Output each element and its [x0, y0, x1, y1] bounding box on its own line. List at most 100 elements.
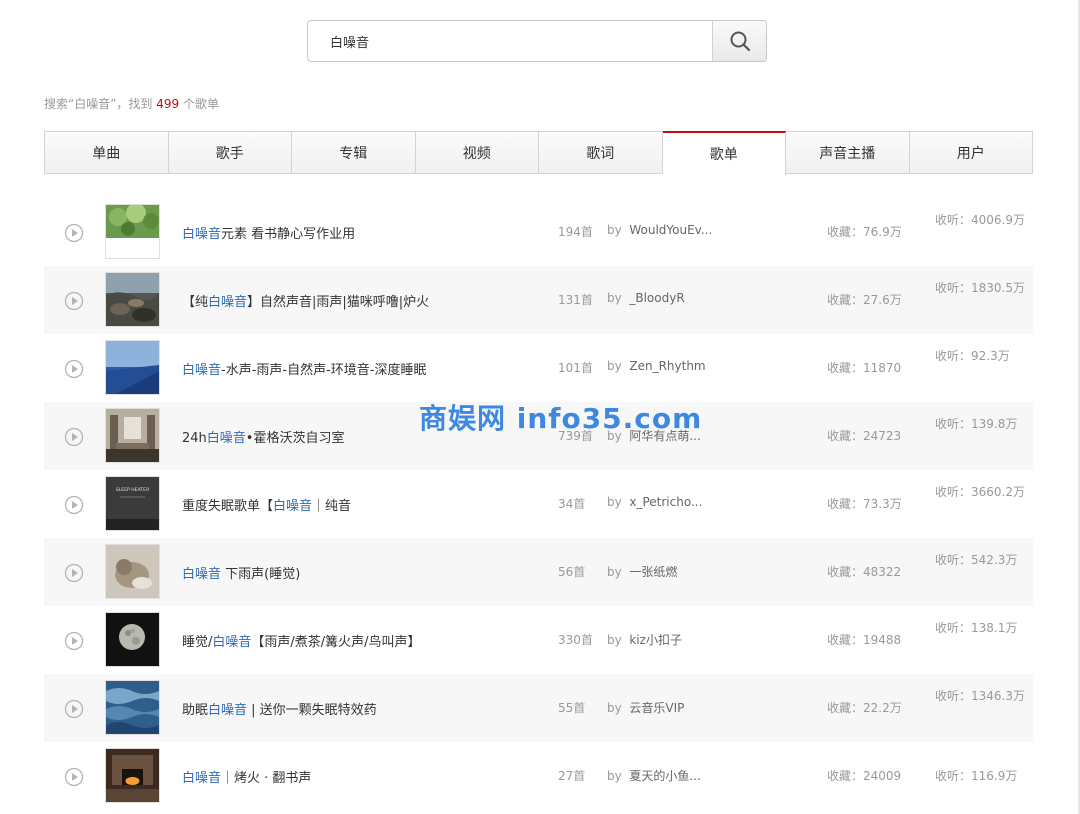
playlist-name-text: 助眠 [182, 703, 209, 718]
favorite-count: 收藏：48322 [827, 565, 902, 579]
playlist-cover[interactable] [105, 340, 160, 395]
by-label: by [607, 495, 622, 509]
tab-users[interactable]: 用户 [910, 132, 1033, 173]
playlist-name-text: 【纯 [182, 295, 209, 310]
creator-link[interactable]: 云音乐VIP [629, 701, 684, 715]
playlist-row[interactable]: 白噪音｜烤火 · 翻书声 27首 by 夏天的小鱼... 收藏：24009 收听：116… [44, 742, 1033, 810]
creator-info: by 一张纸燃 [607, 563, 677, 580]
playlist-name-text: •霍格沃茨自习室 [245, 431, 345, 446]
summary-suffix: 个歌单 [179, 97, 219, 111]
play-icon[interactable] [64, 359, 84, 382]
playlist-name[interactable]: 24h白噪音•霍格沃茨自习室 [182, 427, 344, 446]
creator-info: by kiz小扣子 [607, 631, 682, 648]
track-count: 55首 [558, 701, 586, 715]
favorite-count: 收藏：76.9万 [827, 225, 902, 239]
tab-podcasters[interactable]: 声音主播 [786, 132, 910, 173]
creator-link[interactable]: WouldYouEv... [629, 223, 712, 237]
listen-count: 收听：1830.5万 [935, 281, 1025, 295]
play-icon[interactable] [64, 495, 84, 518]
creator-link[interactable]: kiz小扣子 [629, 633, 682, 647]
play-icon[interactable] [64, 699, 84, 722]
playlist-row[interactable]: 睡觉/白噪音【雨声/煮茶/篝火声/鸟叫声】 330首 by kiz小扣子 收藏：194… [44, 606, 1033, 674]
playlist-cover[interactable] [105, 272, 160, 327]
favorite-count: 收藏：24723 [827, 429, 902, 443]
creator-info: by _BloodyR [607, 291, 685, 305]
by-label: by [607, 565, 622, 579]
tab-videos[interactable]: 视频 [416, 132, 539, 173]
playlist-name[interactable]: 睡觉/白噪音【雨声/煮茶/篝火声/鸟叫声】 [182, 631, 421, 650]
tab-lyrics[interactable]: 歌词 [539, 132, 663, 173]
by-label: by [607, 633, 622, 647]
tab-songs[interactable]: 单曲 [45, 132, 169, 173]
playlist-name[interactable]: 助眠白噪音 | 送你一颗失眠特效药 [182, 699, 377, 718]
playlist-name-text: 24h [182, 431, 207, 446]
playlist-results: 白噪音元素 看书静心写作业用 194首 by WouldYouEv... 收藏：76.… [44, 198, 1033, 810]
listen-count: 收听：92.3万 [935, 349, 1010, 363]
favorite-count: 收藏：73.3万 [827, 497, 902, 511]
result-type-tabs: 单曲 歌手 专辑 视频 歌词 歌单 声音主播 用户 [44, 131, 1033, 175]
playlist-name[interactable]: 白噪音-水声-雨声-自然声-环境音-深度睡眠 [182, 359, 426, 378]
playlist-cover[interactable] [105, 408, 160, 463]
creator-info: by x_Petricho... [607, 495, 702, 509]
track-count: 194首 [558, 225, 593, 239]
search-input[interactable] [308, 21, 712, 61]
summary-prefix: 搜索“白噪音”，找到 [44, 97, 157, 111]
playlist-cover[interactable] [105, 203, 160, 259]
playlist-name-text: ｜烤火 · 翻书声 [221, 771, 312, 786]
tab-albums[interactable]: 专辑 [292, 132, 416, 173]
creator-info: by 云音乐VIP [607, 699, 684, 716]
creator-info: by Zen_Rhythm [607, 359, 706, 373]
track-count: 131首 [558, 293, 593, 307]
playlist-name[interactable]: 白噪音 下雨声(睡觉) [182, 563, 300, 582]
play-icon[interactable] [64, 563, 84, 586]
playlist-name[interactable]: 白噪音元素 看书静心写作业用 [182, 223, 355, 242]
favorite-count: 收藏：22.2万 [827, 701, 902, 715]
playlist-cover[interactable] [105, 748, 160, 803]
creator-link[interactable]: x_Petricho... [629, 495, 702, 509]
favorite-count: 收藏：27.6万 [827, 293, 902, 307]
creator-link[interactable]: Zen_Rhythm [629, 359, 705, 373]
by-label: by [607, 291, 622, 305]
search-button[interactable] [712, 21, 766, 61]
keyword-highlight: 白噪音 [182, 363, 222, 378]
favorite-count: 收藏：24009 [827, 769, 902, 783]
listen-count: 收听：1346.3万 [935, 689, 1025, 703]
playlist-row[interactable]: SLEEP HEATER 重度失眠歌单【白噪音｜纯音 34首 by x_Petrich… [44, 470, 1033, 538]
creator-link[interactable]: 一张纸燃 [629, 565, 677, 579]
playlist-row[interactable]: 【纯白噪音】自然声音|雨声|猫咪呼噜|炉火 131首 by _BloodyR 收藏：2… [44, 266, 1033, 334]
track-count: 330首 [558, 633, 593, 647]
play-icon[interactable] [64, 631, 84, 654]
search-icon [730, 31, 750, 52]
keyword-highlight: 白噪音 [182, 567, 222, 582]
playlist-name[interactable]: 重度失眠歌单【白噪音｜纯音 [182, 495, 351, 514]
play-icon[interactable] [64, 767, 84, 790]
search-summary: 搜索“白噪音”，找到 499 个歌单 [44, 95, 219, 112]
playlist-row[interactable]: 白噪音元素 看书静心写作业用 194首 by WouldYouEv... 收藏：76.… [44, 198, 1033, 266]
playlist-name-text: -水声-雨声-自然声-环境音-深度睡眠 [221, 363, 427, 378]
listen-count: 收听：116.9万 [935, 769, 1018, 783]
keyword-highlight: 白噪音 [208, 703, 248, 718]
playlist-row[interactable]: 白噪音-水声-雨声-自然声-环境音-深度睡眠 101首 by Zen_Rhythm 收… [44, 334, 1033, 402]
playlist-cover[interactable] [105, 612, 160, 667]
by-label: by [607, 359, 622, 373]
watermark: 商娱网 info35.com [419, 402, 703, 435]
tab-playlists[interactable]: 歌单 [662, 131, 786, 175]
playlist-name-text: 【雨声/煮茶/篝火声/鸟叫声】 [251, 635, 421, 650]
playlist-cover[interactable] [105, 544, 160, 599]
playlist-cover[interactable]: SLEEP HEATER [105, 476, 160, 531]
playlist-row[interactable]: 助眠白噪音 | 送你一颗失眠特效药 55首 by 云音乐VIP 收藏：22.2万 收听：… [44, 674, 1033, 742]
keyword-highlight: 白噪音 [182, 771, 222, 786]
play-icon[interactable] [64, 291, 84, 314]
playlist-cover[interactable] [105, 680, 160, 735]
play-icon[interactable] [64, 427, 84, 450]
playlist-name[interactable]: 【纯白噪音】自然声音|雨声|猫咪呼噜|炉火 [182, 291, 429, 310]
play-icon[interactable] [64, 223, 84, 246]
creator-link[interactable]: 夏天的小鱼... [629, 769, 700, 783]
tab-artists[interactable]: 歌手 [169, 132, 292, 173]
keyword-highlight: 白噪音 [212, 635, 252, 650]
playlist-name[interactable]: 白噪音｜烤火 · 翻书声 [182, 767, 311, 786]
keyword-highlight: 白噪音 [208, 295, 248, 310]
playlist-row[interactable]: 白噪音 下雨声(睡觉) 56首 by 一张纸燃 收藏：48322 收听：542.3万 [44, 538, 1033, 606]
creator-link[interactable]: _BloodyR [629, 291, 684, 305]
track-count: 27首 [558, 769, 586, 783]
